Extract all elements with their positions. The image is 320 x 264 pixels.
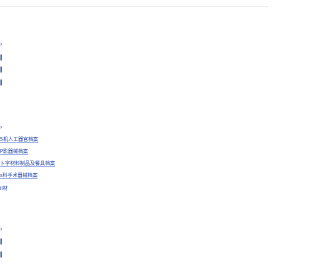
sidebar-item-surgical-instrument-archive[interactable]: s科手术器械档案 <box>0 173 38 179</box>
sidebar-item-materials[interactable]: il材 <box>0 186 8 192</box>
group2-expander-icon[interactable]: › <box>0 125 2 131</box>
group1-expander-icon[interactable]: › <box>0 42 2 48</box>
group3-expander-icon[interactable]: › <box>0 227 2 233</box>
group1-item-2[interactable]: ǀ <box>0 67 2 73</box>
page-canvas: › ǀ ǀ ǀ › 5机人工器官档案 P影器械档案 卜字材料制品及餐具档案 s科… <box>0 0 268 264</box>
group3-item-2[interactable]: ǀ <box>0 252 2 258</box>
sidebar-item-material-products-archive[interactable]: 卜字材料制品及餐具档案 <box>0 161 55 167</box>
sidebar-item-artificial-organ-archive[interactable]: 5机人工器官档案 <box>0 137 38 143</box>
top-divider <box>0 6 268 7</box>
group3-item-1[interactable]: ǀ <box>0 239 2 245</box>
group1-item-3[interactable]: ǀ <box>0 80 2 86</box>
sidebar-item-imaging-device-archive[interactable]: P影器械档案 <box>0 149 28 155</box>
group1-item-1[interactable]: ǀ <box>0 55 2 61</box>
